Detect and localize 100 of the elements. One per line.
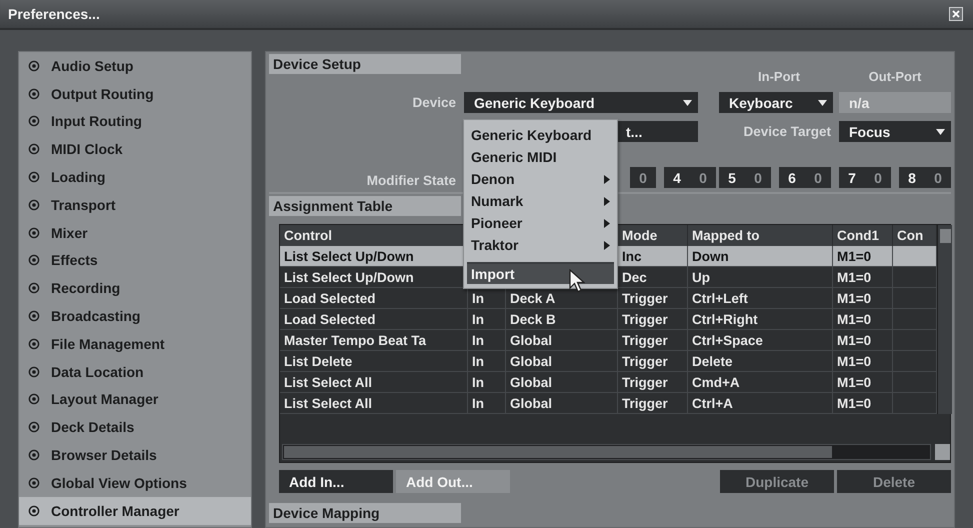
radio-icon: [28, 504, 40, 517]
port-label: In-Port: [758, 69, 800, 84]
table-cell: Ctrl+Left: [688, 288, 833, 309]
sidebar-item[interactable]: Audio Setup: [19, 52, 251, 80]
sidebar-item[interactable]: Output Routing: [19, 80, 251, 108]
modifier-button[interactable]: 7 0: [839, 167, 891, 188]
modifier-button[interactable]: 4 0: [664, 167, 716, 188]
table-cell: Deck A: [506, 288, 618, 309]
table-cell: List Select All: [280, 372, 468, 393]
table-cell: M1=0: [833, 246, 893, 267]
table-cell: Trigger: [618, 372, 688, 393]
radio-icon: [28, 115, 40, 128]
table-cell: Trigger: [618, 351, 688, 372]
target-dropdown[interactable]: Focus: [839, 121, 951, 142]
action-button[interactable]: Add In...: [279, 470, 393, 493]
table-cell: M1=0: [833, 351, 893, 372]
sidebar-item[interactable]: MIDI Clock: [19, 135, 251, 164]
radio-icon: [28, 393, 40, 406]
menu-item[interactable]: Import: [467, 262, 614, 284]
column-header: Cond1: [833, 225, 893, 246]
table-cell: Up: [688, 267, 833, 288]
table-cell: M1=0: [833, 330, 893, 351]
sidebar-item[interactable]: Input Routing: [19, 108, 251, 136]
table-cell: Global: [506, 372, 618, 393]
vertical-scrollbar[interactable]: [937, 225, 952, 414]
table-cell: Trigger: [618, 330, 688, 351]
sidebar-item[interactable]: Global View Options: [19, 468, 251, 497]
radio-icon: [28, 449, 40, 462]
table-cell: Load Selected: [280, 309, 468, 330]
table-cell: Global: [506, 393, 618, 414]
radio-icon: [28, 310, 40, 322]
menu-item[interactable]: Traktor: [467, 234, 614, 256]
table-cell: Inc: [618, 246, 688, 267]
sidebar-item[interactable]: Recording: [19, 274, 251, 302]
table-cell: Ctrl+Space: [688, 330, 833, 351]
device-dropdown[interactable]: Generic Keyboard: [464, 92, 698, 113]
sidebar-item[interactable]: Effects: [19, 246, 251, 274]
radio-icon: [28, 88, 40, 100]
table-cell: Delete: [688, 351, 833, 372]
table-cell: Dec: [618, 267, 688, 288]
table-cell: Load Selected: [280, 288, 468, 309]
table-cell: M1=0: [833, 393, 893, 414]
menu-item[interactable]: Denon: [467, 168, 614, 190]
table-cell: Trigger: [618, 393, 688, 414]
caret-icon: [936, 128, 945, 134]
radio-icon: [28, 338, 40, 350]
submenu-arrow-icon: [604, 196, 610, 206]
table-cell: Ctrl+Right: [688, 309, 833, 330]
table-cell: M1=0: [833, 372, 893, 393]
sidebar-item[interactable]: Browser Details: [19, 441, 251, 469]
sidebar-item[interactable]: Layout Manager: [19, 386, 251, 414]
menu-item[interactable]: Numark: [467, 190, 614, 212]
table-cell: Global: [506, 330, 618, 351]
sidebar-item[interactable]: Broadcasting: [19, 302, 251, 330]
caret-icon: [683, 100, 692, 106]
table-cell: List Delete: [280, 351, 468, 372]
sidebar-item[interactable]: Data Location: [19, 358, 251, 386]
table-cell: List Select All: [280, 393, 468, 414]
radio-icon: [28, 476, 40, 489]
in-port-dropdown[interactable]: Keyboarc: [719, 92, 833, 113]
table-cell: M1=0: [833, 288, 893, 309]
radio-icon: [28, 282, 40, 294]
table-cell: In: [468, 330, 506, 351]
cursor-icon: [569, 269, 585, 293]
sidebar-item[interactable]: Deck Details: [19, 413, 251, 442]
table-cell: In: [468, 372, 506, 393]
horizontal-scrollbar[interactable]: [282, 444, 931, 460]
menu-item[interactable]: Generic Keyboard: [467, 124, 614, 146]
sidebar-item[interactable]: Loading: [19, 163, 251, 191]
radio-icon: [28, 143, 40, 156]
close-icon[interactable]: [949, 7, 963, 21]
column-header: Con: [893, 225, 937, 246]
port-label: Out-Port: [868, 69, 922, 84]
table-cell: In: [468, 351, 506, 372]
radio-icon: [28, 226, 40, 239]
table-cell: In: [468, 309, 506, 330]
modifier-button[interactable]: 0: [630, 167, 656, 188]
sidebar-item[interactable]: File Management: [19, 330, 251, 358]
radio-icon: [28, 198, 40, 211]
sidebar-item[interactable]: Mixer: [19, 218, 251, 247]
field-label: Modifier State: [366, 173, 457, 188]
radio-icon: [28, 60, 40, 72]
table-cell: M1=0: [833, 309, 893, 330]
table-cell: Cmd+A: [688, 372, 833, 393]
table-cell: In: [468, 288, 506, 309]
table-cell: Deck B: [506, 309, 618, 330]
table-cell: Trigger: [618, 309, 688, 330]
modifier-button[interactable]: 5 0: [719, 167, 771, 188]
menu-item[interactable]: Generic MIDI: [467, 146, 614, 168]
menu-item[interactable]: Pioneer: [467, 212, 614, 234]
modifier-button[interactable]: 6 0: [779, 167, 831, 188]
sidebar-item[interactable]: Controller Manager: [19, 496, 251, 525]
field-label: Device: [412, 95, 457, 110]
table-cell: Down: [688, 246, 833, 267]
radio-icon: [28, 254, 40, 266]
action-button[interactable]: Add Out...: [396, 470, 510, 493]
submenu-arrow-icon: [604, 218, 610, 228]
sidebar-item[interactable]: Transport: [19, 190, 251, 219]
submenu-arrow-icon: [604, 174, 610, 184]
modifier-button[interactable]: 8 0: [899, 167, 951, 188]
